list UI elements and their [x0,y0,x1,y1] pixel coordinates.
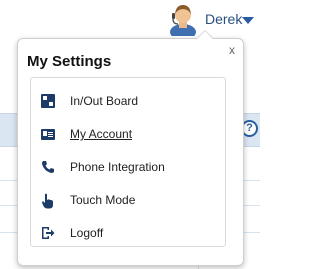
chevron-down-icon[interactable] [242,17,254,24]
menu-item-label: In/Out Board [70,94,139,108]
menu-item-touch-mode[interactable]: Touch Mode [31,185,225,215]
menu-item-my-account[interactable]: My Account [31,119,225,149]
logoff-icon [41,226,55,240]
phone-icon [41,160,55,174]
close-icon[interactable]: x [229,43,235,57]
settings-popup: x My Settings In/Out Board My Account Ph… [17,38,244,266]
menu-item-inout-board[interactable]: In/Out Board [31,86,225,116]
menu-item-label: Phone Integration [70,160,165,174]
menu-item-logoff[interactable]: Logoff [31,218,225,248]
account-card-icon [41,128,55,140]
user-avatar-icon [170,5,196,36]
touch-hand-icon [41,193,55,209]
inout-board-icon [41,94,55,108]
settings-menu: In/Out Board My Account Phone Integratio… [30,77,226,247]
popup-title: My Settings [27,53,112,70]
menu-item-label: Logoff [70,226,104,240]
user-name[interactable]: Derek [205,11,242,27]
menu-item-label[interactable]: My Account [70,127,132,141]
popup-pointer-fill [197,31,213,39]
menu-item-label: Touch Mode [70,193,136,207]
menu-item-phone-integration[interactable]: Phone Integration [31,152,225,182]
